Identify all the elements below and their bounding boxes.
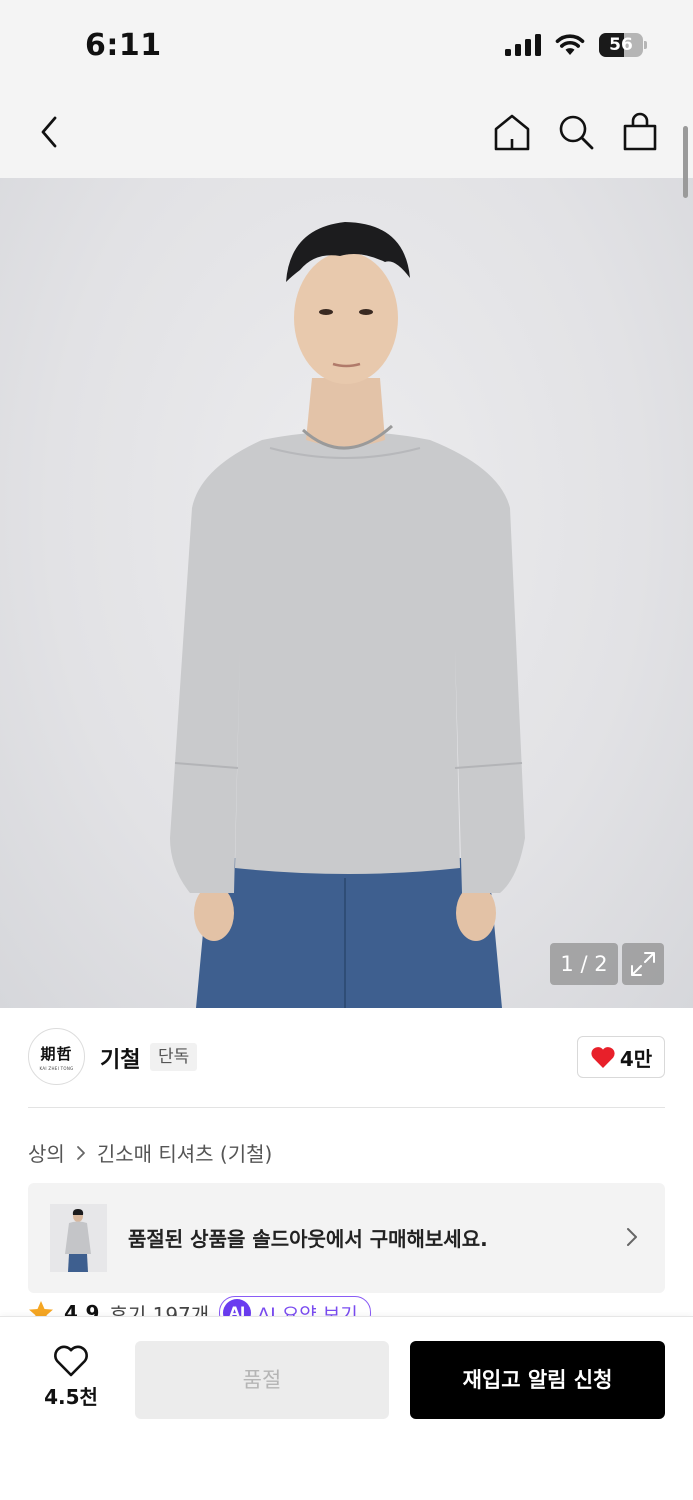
brand-row: 期哲 KAI ZHEI TONG 기철 단독 4만 [28, 1028, 665, 1088]
back-icon [41, 116, 57, 148]
fullscreen-button[interactable] [622, 943, 664, 985]
back-button[interactable] [26, 108, 74, 156]
chevron-right-icon [76, 1145, 85, 1160]
brand-name[interactable]: 기철 [100, 1042, 140, 1074]
scrollbar[interactable] [683, 126, 688, 198]
breadcrumb-item-top[interactable]: 상의 [28, 1138, 65, 1167]
model-illustration [170, 222, 525, 1008]
expand-icon [631, 952, 655, 976]
image-counter: 1 / 2 [550, 943, 618, 985]
wishlist-button[interactable]: 4.5천 [40, 1345, 102, 1415]
bottom-action-bar: 4.5천 품절 재입고 알림 신청 [0, 1316, 693, 1500]
product-image[interactable] [0, 178, 693, 1008]
brand-like-button[interactable]: 4만 [577, 1036, 665, 1078]
status-icons: 56 [505, 33, 647, 57]
heart-outline-icon [54, 1345, 88, 1377]
cellular-signal-icon [505, 34, 541, 56]
wifi-icon [555, 34, 585, 55]
soldout-button[interactable]: 품절 [135, 1341, 389, 1419]
soldout-banner[interactable]: 품절된 상품을 솔드아웃에서 구매해보세요. [28, 1183, 665, 1293]
status-time: 6:11 [85, 28, 162, 63]
breadcrumb-item-category[interactable]: 긴소매 티셔츠 (기철) [97, 1138, 273, 1167]
brand-like-count: 4만 [619, 1046, 653, 1071]
top-nav-bar [0, 90, 693, 178]
wishlist-count: 4.5천 [44, 1385, 98, 1409]
soldout-product-thumbnail [50, 1204, 107, 1272]
home-icon [494, 114, 530, 151]
divider [28, 1107, 665, 1108]
breadcrumb: 상의 긴소매 티셔츠 (기철) [28, 1138, 272, 1167]
brand-logo[interactable]: 期哲 KAI ZHEI TONG [28, 1028, 85, 1085]
home-button[interactable] [488, 108, 536, 156]
battery-level: 56 [609, 35, 633, 55]
search-icon [559, 115, 594, 150]
soldout-banner-text: 품절된 상품을 솔드아웃에서 구매해보세요. [128, 1227, 488, 1251]
search-button[interactable] [552, 108, 600, 156]
restock-alert-button[interactable]: 재입고 알림 신청 [410, 1341, 665, 1419]
chevron-right-icon [627, 1228, 637, 1246]
status-bar: 6:11 56 [0, 0, 693, 90]
shopping-bag-icon [623, 112, 657, 151]
cart-button[interactable] [616, 108, 664, 156]
heart-filled-icon [591, 1047, 615, 1068]
battery-icon: 56 [599, 33, 647, 57]
exclusive-badge: 단독 [150, 1043, 198, 1071]
